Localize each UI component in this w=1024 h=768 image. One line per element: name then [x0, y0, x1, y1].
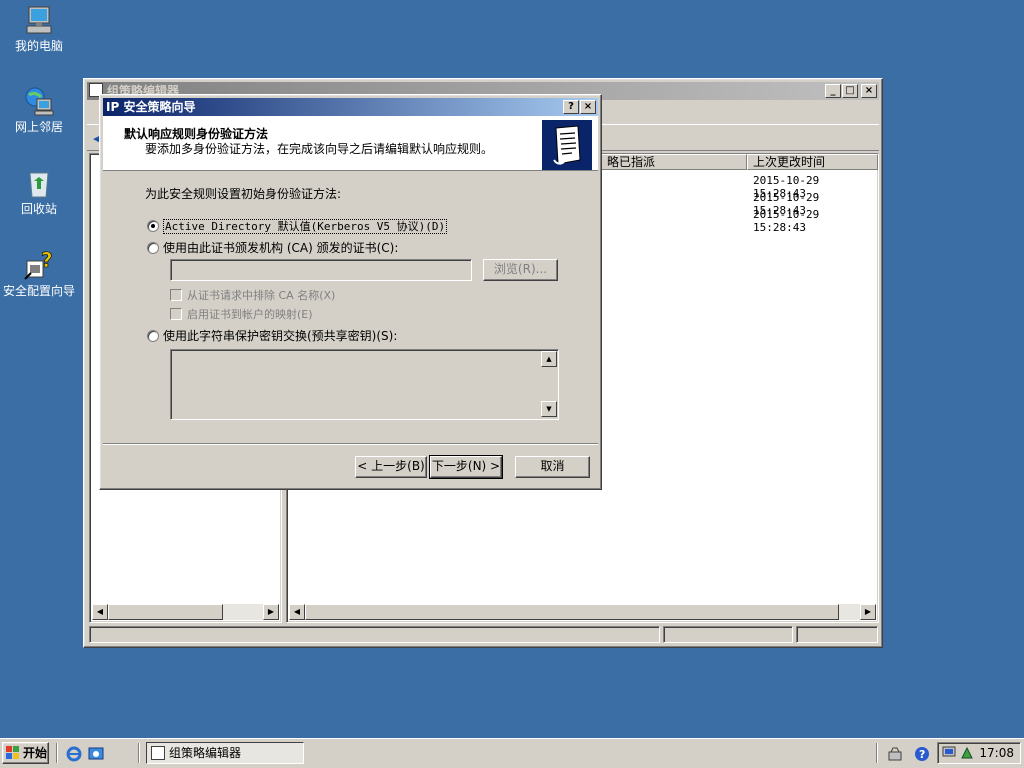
radio-button[interactable]	[147, 242, 159, 254]
windows-logo-icon	[6, 746, 20, 760]
right-horizontal-scrollbar[interactable]: ◀ ▶	[289, 604, 876, 620]
status-cell	[663, 626, 793, 643]
scroll-left-button[interactable]: ◀	[92, 604, 108, 620]
security-tray-icon[interactable]	[960, 746, 974, 760]
scroll-thumb[interactable]	[108, 604, 223, 620]
radio-label: Active Directory 默认值(Kerberos V5 协议)(D)	[163, 219, 448, 234]
desktop-show-icon[interactable]	[88, 746, 104, 762]
taskbar: 开始 组策略编辑器 ? 17:08	[0, 738, 1024, 768]
wizard-title: IP 安全策略向导	[106, 100, 196, 114]
table-cell-last-modified: 2015-10-29 15:28:43	[753, 208, 820, 234]
gpe-statusbar	[87, 625, 879, 644]
desktop-icon-label: 回收站	[20, 202, 57, 216]
radio-certificate[interactable]: 使用由此证书颁发机构 (CA) 颁发的证书(C):	[147, 239, 398, 256]
network-icon	[23, 85, 55, 117]
close-button[interactable]: ×	[580, 100, 596, 114]
scroll-up-button[interactable]: ▲	[541, 351, 557, 367]
minimize-button[interactable]: _	[825, 84, 841, 98]
desktop-icon-label: 网上邻居	[14, 120, 63, 134]
desktop-icon-label: 安全配置向导	[2, 284, 75, 298]
help-button[interactable]: ?	[563, 100, 579, 114]
browse-button[interactable]: 浏览(R)...	[483, 259, 558, 281]
clock[interactable]: 17:08	[979, 743, 1014, 763]
back-button[interactable]: < 上一步(B)	[355, 456, 427, 478]
cancel-button[interactable]: 取消	[515, 456, 590, 478]
desktop-icon-network[interactable]: 网上邻居	[1, 85, 77, 134]
network-connection-icon[interactable]	[887, 746, 903, 762]
checkbox[interactable]	[170, 289, 182, 301]
desktop-icon-security-wizard[interactable]: ? 安全配置向导	[1, 248, 77, 298]
checkbox[interactable]	[170, 308, 182, 320]
start-button[interactable]: 开始	[2, 742, 49, 764]
ie-icon[interactable]	[66, 746, 82, 762]
security-wizard-icon: ?	[23, 248, 55, 281]
monitor-icon[interactable]	[942, 746, 956, 760]
column-header-policy-assigned[interactable]: 略已指派	[601, 154, 747, 170]
desktop-icon-label: 我的电脑	[14, 39, 63, 53]
wizard-header: 默认响应规则身份验证方法 要添加多身份验证方法，在完成该向导之后请编辑默认响应规…	[103, 116, 598, 171]
radio-label: 使用此字符串保护密钥交换(预共享密钥)(S):	[163, 329, 398, 343]
scroll-document-icon	[542, 120, 592, 170]
status-cell	[796, 626, 878, 643]
scroll-right-button[interactable]: ▶	[860, 604, 876, 620]
checkbox-cert-mapping[interactable]: 启用证书到帐户的映射(E)	[170, 306, 313, 322]
checkbox-exclude-ca[interactable]: 从证书请求中排除 CA 名称(X)	[170, 287, 335, 303]
scroll-left-button[interactable]: ◀	[289, 604, 305, 620]
wizard-titlebar[interactable]: IP 安全策略向导 ? ×	[103, 98, 598, 116]
taskbar-divider	[56, 743, 58, 763]
auth-method-prompt: 为此安全规则设置初始身份验证方法:	[145, 187, 342, 201]
ip-security-policy-wizard[interactable]: IP 安全策略向导 ? × 默认响应规则身份验证方法 要添加多身份验证方法，在完…	[99, 94, 602, 490]
radio-preshared-key[interactable]: 使用此字符串保护密钥交换(预共享密钥)(S):	[147, 327, 397, 344]
svg-text:?: ?	[41, 249, 53, 272]
svg-text:?: ?	[919, 748, 925, 761]
scroll-down-button[interactable]: ▼	[541, 401, 557, 417]
radio-active-directory[interactable]: Active Directory 默认值(Kerberos V5 协议)(D)	[147, 218, 448, 234]
radio-button-selected[interactable]	[147, 220, 159, 232]
maximize-button[interactable]: □	[842, 84, 858, 98]
radio-label: 使用由此证书颁发机构 (CA) 颁发的证书(C):	[163, 241, 399, 255]
scroll-thumb[interactable]	[305, 604, 839, 620]
checkbox-label: 启用证书到帐户的映射(E)	[187, 308, 313, 321]
gpe-app-icon	[151, 746, 165, 760]
header-subtitle: 要添加多身份验证方法，在完成该向导之后请编辑默认响应规则。	[145, 142, 494, 156]
certificate-authority-field[interactable]	[170, 259, 472, 281]
checkbox-label: 从证书请求中排除 CA 名称(X)	[187, 289, 336, 302]
start-label: 开始	[23, 746, 48, 760]
status-cell	[89, 626, 660, 643]
system-tray: 17:08	[937, 742, 1021, 764]
left-horizontal-scrollbar[interactable]: ◀ ▶	[92, 604, 279, 620]
column-header-last-modified[interactable]: 上次更改时间	[747, 154, 878, 170]
button-separator	[103, 443, 598, 445]
close-button[interactable]: ×	[861, 84, 877, 98]
radio-button[interactable]	[147, 330, 159, 342]
recycle-bin-icon	[23, 167, 55, 199]
help-icon[interactable]: ?	[914, 746, 930, 762]
desktop-icon-my-computer[interactable]: 我的电脑	[1, 4, 77, 53]
computer-icon	[23, 4, 55, 36]
next-button[interactable]: 下一步(N) >	[429, 455, 503, 479]
scroll-right-button[interactable]: ▶	[263, 604, 279, 620]
desktop-icon-recycle-bin[interactable]: 回收站	[1, 167, 77, 216]
preshared-key-textarea[interactable]: ▲ ▼	[170, 349, 559, 420]
taskbar-divider	[876, 743, 878, 763]
taskbar-item-gpe[interactable]: 组策略编辑器	[146, 742, 304, 764]
taskbar-item-label: 组策略编辑器	[169, 746, 242, 760]
taskbar-divider	[138, 743, 140, 763]
